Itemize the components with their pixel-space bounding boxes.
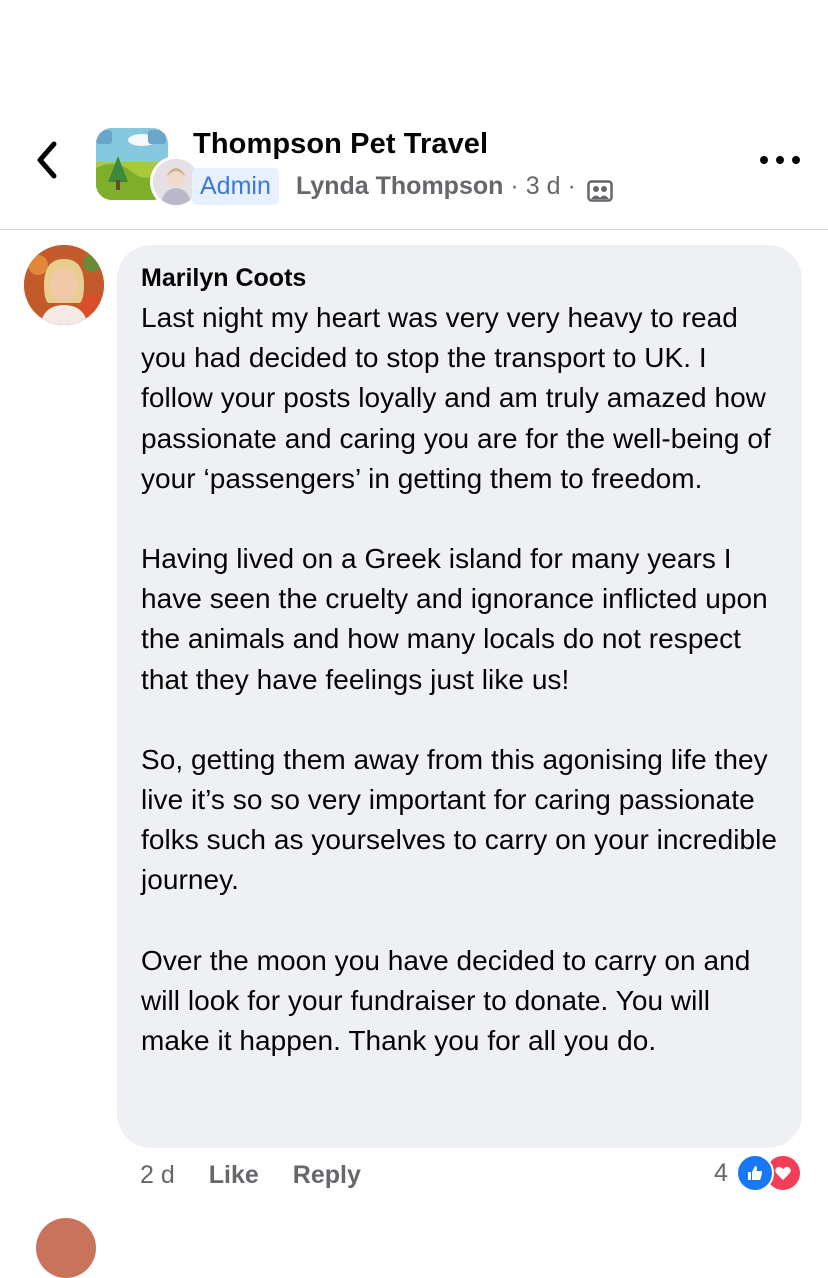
commenter-name[interactable]: Marilyn Coots — [141, 261, 778, 295]
like-icon — [735, 1154, 774, 1192]
comment-bubble: Marilyn Coots Last night my heart was ve… — [117, 245, 802, 1148]
reaction-summary[interactable]: 4 — [714, 1153, 802, 1193]
comment-paragraph: Having lived on a Greek island for many … — [141, 543, 768, 695]
post-meta: Lynda Thompson · 3 d · — [296, 168, 613, 205]
reply-button[interactable]: Reply — [293, 1161, 361, 1190]
header-divider — [0, 229, 828, 230]
comment-time[interactable]: 2 d — [140, 1161, 175, 1190]
like-button[interactable]: Like — [209, 1161, 259, 1190]
meta-separator: · — [567, 172, 576, 200]
comment-paragraph: Last night my heart was very very heavy … — [141, 302, 771, 494]
chevron-left-icon — [37, 141, 57, 179]
back-button[interactable] — [28, 138, 68, 182]
comment-paragraph: So, getting them away from this agonisin… — [141, 743, 777, 896]
more-options-button[interactable] — [760, 148, 800, 172]
reaction-count: 4 — [714, 1158, 728, 1187]
comment-paragraph: Over the moon you have decided to carry … — [141, 944, 751, 1057]
group-name[interactable]: Thompson Pet Travel — [193, 128, 488, 161]
next-comment-avatar[interactable] — [36, 1218, 96, 1278]
group-privacy-icon — [587, 176, 613, 202]
more-dots-icon — [760, 156, 768, 164]
post-author[interactable]: Lynda Thompson — [296, 168, 503, 205]
commenter-avatar[interactable] — [24, 245, 104, 325]
comment-actions: 2 d Like Reply — [140, 1155, 395, 1195]
meta-separator: · — [510, 172, 519, 200]
comment-body: Last night my heart was very very heavy … — [141, 298, 778, 1061]
post-time[interactable]: 3 d — [526, 168, 561, 205]
admin-badge: Admin — [192, 168, 279, 205]
